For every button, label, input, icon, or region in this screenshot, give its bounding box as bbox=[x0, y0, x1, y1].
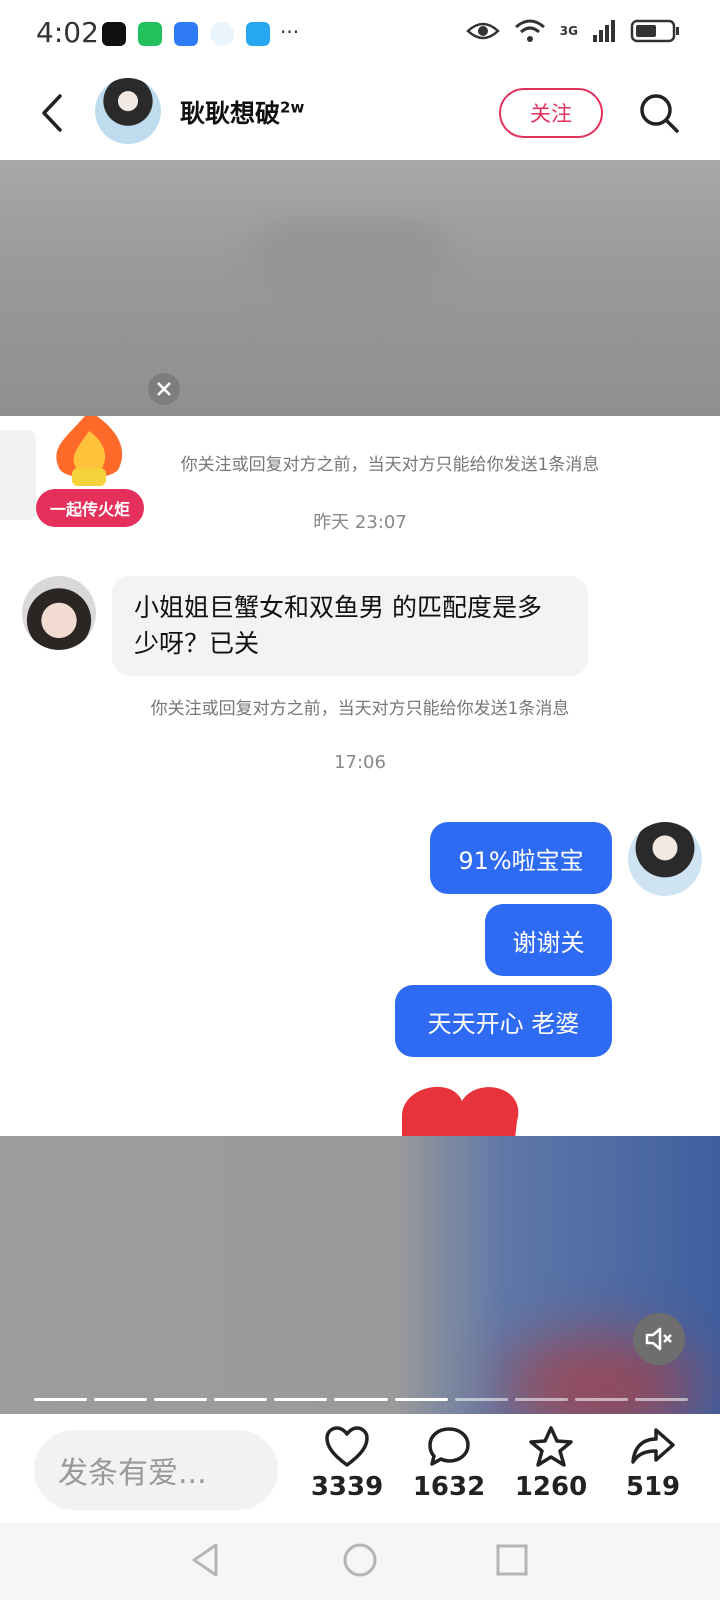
like-count: 3339 bbox=[310, 1472, 384, 1502]
progress-segment bbox=[334, 1398, 388, 1401]
username-suffix: 2w bbox=[280, 98, 305, 117]
favorite-count: 1260 bbox=[514, 1472, 588, 1502]
video-blur-bottom bbox=[0, 1136, 720, 1414]
heart-sticker-icon[interactable] bbox=[392, 1076, 532, 1136]
my-avatar[interactable] bbox=[628, 822, 702, 896]
story-progress bbox=[34, 1398, 689, 1402]
status-time: 4:02 bbox=[36, 16, 99, 49]
mute-icon[interactable] bbox=[633, 1313, 685, 1365]
outgoing-message[interactable]: 天天开心 老婆 bbox=[395, 985, 612, 1057]
nav-recents-icon[interactable] bbox=[492, 1540, 532, 1580]
torch-background bbox=[0, 430, 36, 520]
share-count: 519 bbox=[625, 1472, 681, 1502]
share-icon bbox=[631, 1428, 675, 1464]
signal-icon bbox=[593, 20, 615, 42]
progress-segment bbox=[454, 1398, 508, 1401]
incoming-message[interactable]: 小姐姐巨蟹女和双鱼男 的匹配度是多少呀？已关 bbox=[112, 576, 588, 676]
progress-segment bbox=[154, 1398, 208, 1401]
sender-avatar[interactable] bbox=[22, 576, 96, 650]
battery-icon bbox=[630, 19, 679, 43]
search-app-icon bbox=[246, 22, 270, 46]
nav-home-icon[interactable] bbox=[340, 1540, 380, 1580]
search-icon[interactable] bbox=[636, 90, 682, 136]
status-indicators: 3G bbox=[465, 18, 680, 44]
progress-segment bbox=[94, 1398, 148, 1401]
share-button[interactable]: 519 bbox=[608, 1426, 698, 1502]
comment-input[interactable]: 发条有爱... bbox=[34, 1430, 278, 1510]
heart-icon bbox=[325, 1426, 369, 1467]
action-bar: 发条有爱... 3339 1632 1260 519 bbox=[0, 1414, 720, 1522]
status-bar: 4:02 ··· 3G bbox=[0, 0, 720, 70]
nav-back-icon[interactable] bbox=[186, 1540, 226, 1580]
comment-button[interactable]: 1632 bbox=[404, 1426, 494, 1502]
progress-segment bbox=[394, 1398, 448, 1401]
system-nav-bar bbox=[0, 1522, 720, 1600]
wifi-icon bbox=[514, 19, 545, 42]
progress-segment bbox=[574, 1398, 628, 1401]
system-notice: 你关注或回复对方之前，当天对方只能给你发送1条消息 bbox=[150, 699, 570, 719]
progress-segment bbox=[34, 1398, 88, 1401]
video-blur-top bbox=[0, 160, 720, 416]
progress-segment bbox=[634, 1398, 689, 1401]
progress-segment bbox=[214, 1398, 268, 1401]
browser-app-icon bbox=[210, 22, 234, 46]
upload-app-icon bbox=[174, 22, 198, 46]
username[interactable]: 耿耿想破2w bbox=[180, 94, 304, 130]
like-button[interactable]: 3339 bbox=[302, 1426, 392, 1502]
tiktok-icon bbox=[102, 22, 126, 46]
wechat-icon bbox=[138, 22, 162, 46]
chat-header: 耿耿想破2w 关注 bbox=[0, 70, 720, 160]
network-type: 3G bbox=[559, 24, 578, 38]
star-icon bbox=[529, 1426, 573, 1467]
timestamp: 昨天 23:07 bbox=[313, 512, 407, 533]
outgoing-message[interactable]: 91%啦宝宝 bbox=[430, 822, 612, 894]
comment-count: 1632 bbox=[412, 1472, 486, 1502]
close-icon[interactable] bbox=[148, 373, 180, 405]
timestamp: 17:06 bbox=[334, 752, 386, 773]
outgoing-message[interactable]: 谢谢关 bbox=[485, 904, 612, 976]
favorite-button[interactable]: 1260 bbox=[506, 1426, 596, 1502]
system-notice: 你关注或回复对方之前，当天对方只能给你发送1条消息 bbox=[180, 455, 600, 475]
progress-segment bbox=[274, 1398, 328, 1401]
follow-button[interactable]: 关注 bbox=[499, 88, 603, 138]
eye-icon bbox=[465, 22, 500, 40]
progress-segment bbox=[514, 1398, 568, 1401]
avatar[interactable] bbox=[95, 78, 161, 144]
back-arrow-icon[interactable] bbox=[30, 88, 80, 138]
comment-icon bbox=[428, 1427, 470, 1466]
more-notifications: ··· bbox=[280, 20, 300, 44]
chat-area: 一起传火炬 你关注或回复对方之前，当天对方只能给你发送1条消息 昨天 23:07… bbox=[0, 416, 720, 1136]
